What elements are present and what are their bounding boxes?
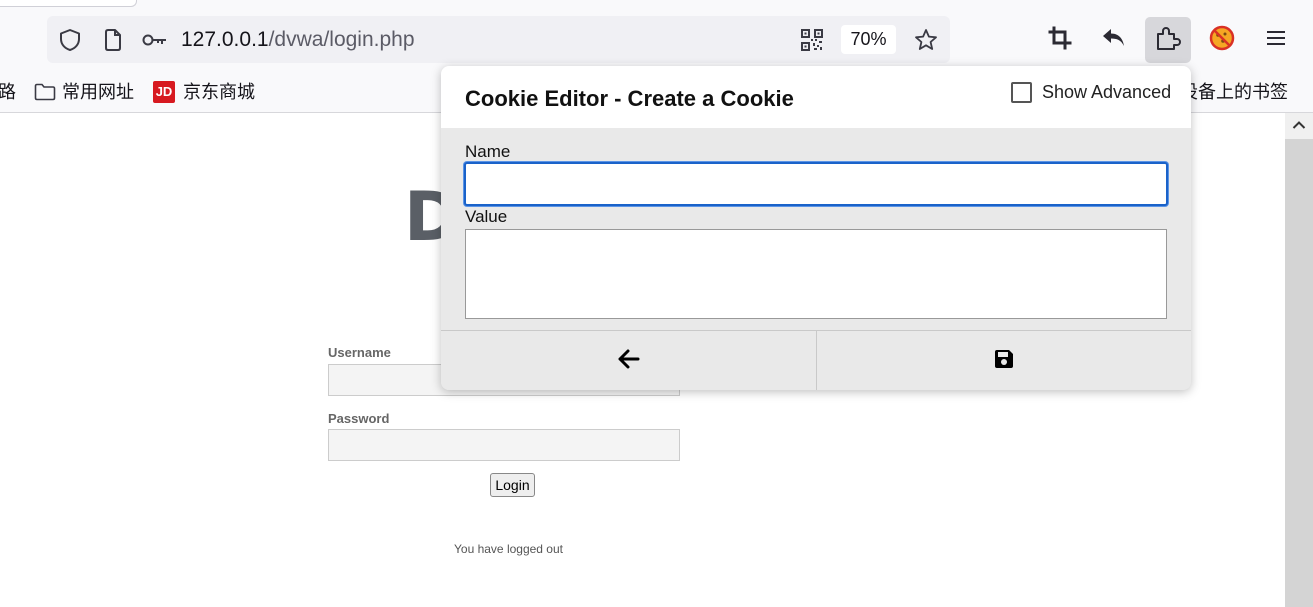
bookmark-label: 路 [0,82,16,102]
bookmark-item-partial[interactable]: 路 [0,72,16,112]
bookmark-label: 常用网址 [62,82,134,102]
bookmark-label: 京东商城 [183,82,255,102]
name-label: Name [465,142,511,161]
tab-strip-edge[interactable] [0,0,137,7]
value-label: Value [465,207,508,226]
password-input[interactable] [328,429,680,461]
bookmark-device-bookmarks[interactable]: 设备上的书签 [1180,72,1288,112]
zoom-level-badge[interactable]: 70% [841,25,896,54]
bookmark-jd-mall[interactable]: JD 京东商城 [153,72,255,112]
cookie-editor-popup: Cookie Editor - Create a Cookie Show Adv… [441,66,1191,390]
bookmark-folder-common-sites[interactable]: 常用网址 [34,72,134,112]
scroll-up-button[interactable] [1285,113,1313,139]
arrow-left-icon [618,349,640,374]
extensions-button[interactable] [1145,17,1191,63]
popup-action-bar [441,330,1191,390]
shield-icon[interactable] [57,16,83,63]
floppy-disk-icon [994,349,1014,374]
cookie-extension-button[interactable] [1199,17,1245,63]
save-button[interactable] [817,331,1191,390]
qr-code-icon[interactable] [799,16,825,63]
screenshot-crop-button[interactable] [1037,17,1083,63]
page-icon[interactable] [101,16,125,63]
status-message: You have logged out [454,542,563,556]
chevron-up-icon [1292,117,1306,135]
url-path: /dvwa/login.php [268,28,415,51]
url-host: 127.0.0.1 [181,28,269,51]
crop-icon [1048,26,1072,55]
browser-toolbar: 127.0.0.1/dvwa/login.php 70% [0,0,1313,72]
page-scrollbar[interactable] [1285,113,1313,607]
url-text[interactable]: 127.0.0.1/dvwa/login.php [181,16,415,63]
show-advanced-checkbox[interactable] [1011,82,1032,103]
app-menu-button[interactable] [1253,17,1299,63]
url-bar[interactable]: 127.0.0.1/dvwa/login.php 70% [47,16,950,63]
key-icon[interactable] [141,16,169,63]
undo-button[interactable] [1091,17,1137,63]
cookie-name-input[interactable] [464,162,1168,206]
password-label: Password [328,411,390,426]
back-button[interactable] [441,331,817,390]
username-label: Username [328,345,391,360]
popup-title: Cookie Editor - Create a Cookie [465,86,794,111]
blocked-cookie-icon [1209,25,1235,56]
puzzle-piece-icon [1155,25,1181,56]
show-advanced-toggle[interactable]: Show Advanced [1011,82,1171,103]
cookie-value-textarea[interactable] [465,229,1167,319]
login-button[interactable]: Login [490,473,535,497]
popup-header: Cookie Editor - Create a Cookie Show Adv… [441,66,1191,128]
hamburger-menu-icon [1266,30,1286,51]
bookmark-label: 设备上的书签 [1180,82,1288,102]
bookmark-star-icon[interactable] [912,16,940,63]
jd-icon: JD [153,81,175,103]
show-advanced-label: Show Advanced [1042,82,1172,102]
undo-arrow-icon [1101,27,1127,54]
folder-icon [34,83,56,101]
